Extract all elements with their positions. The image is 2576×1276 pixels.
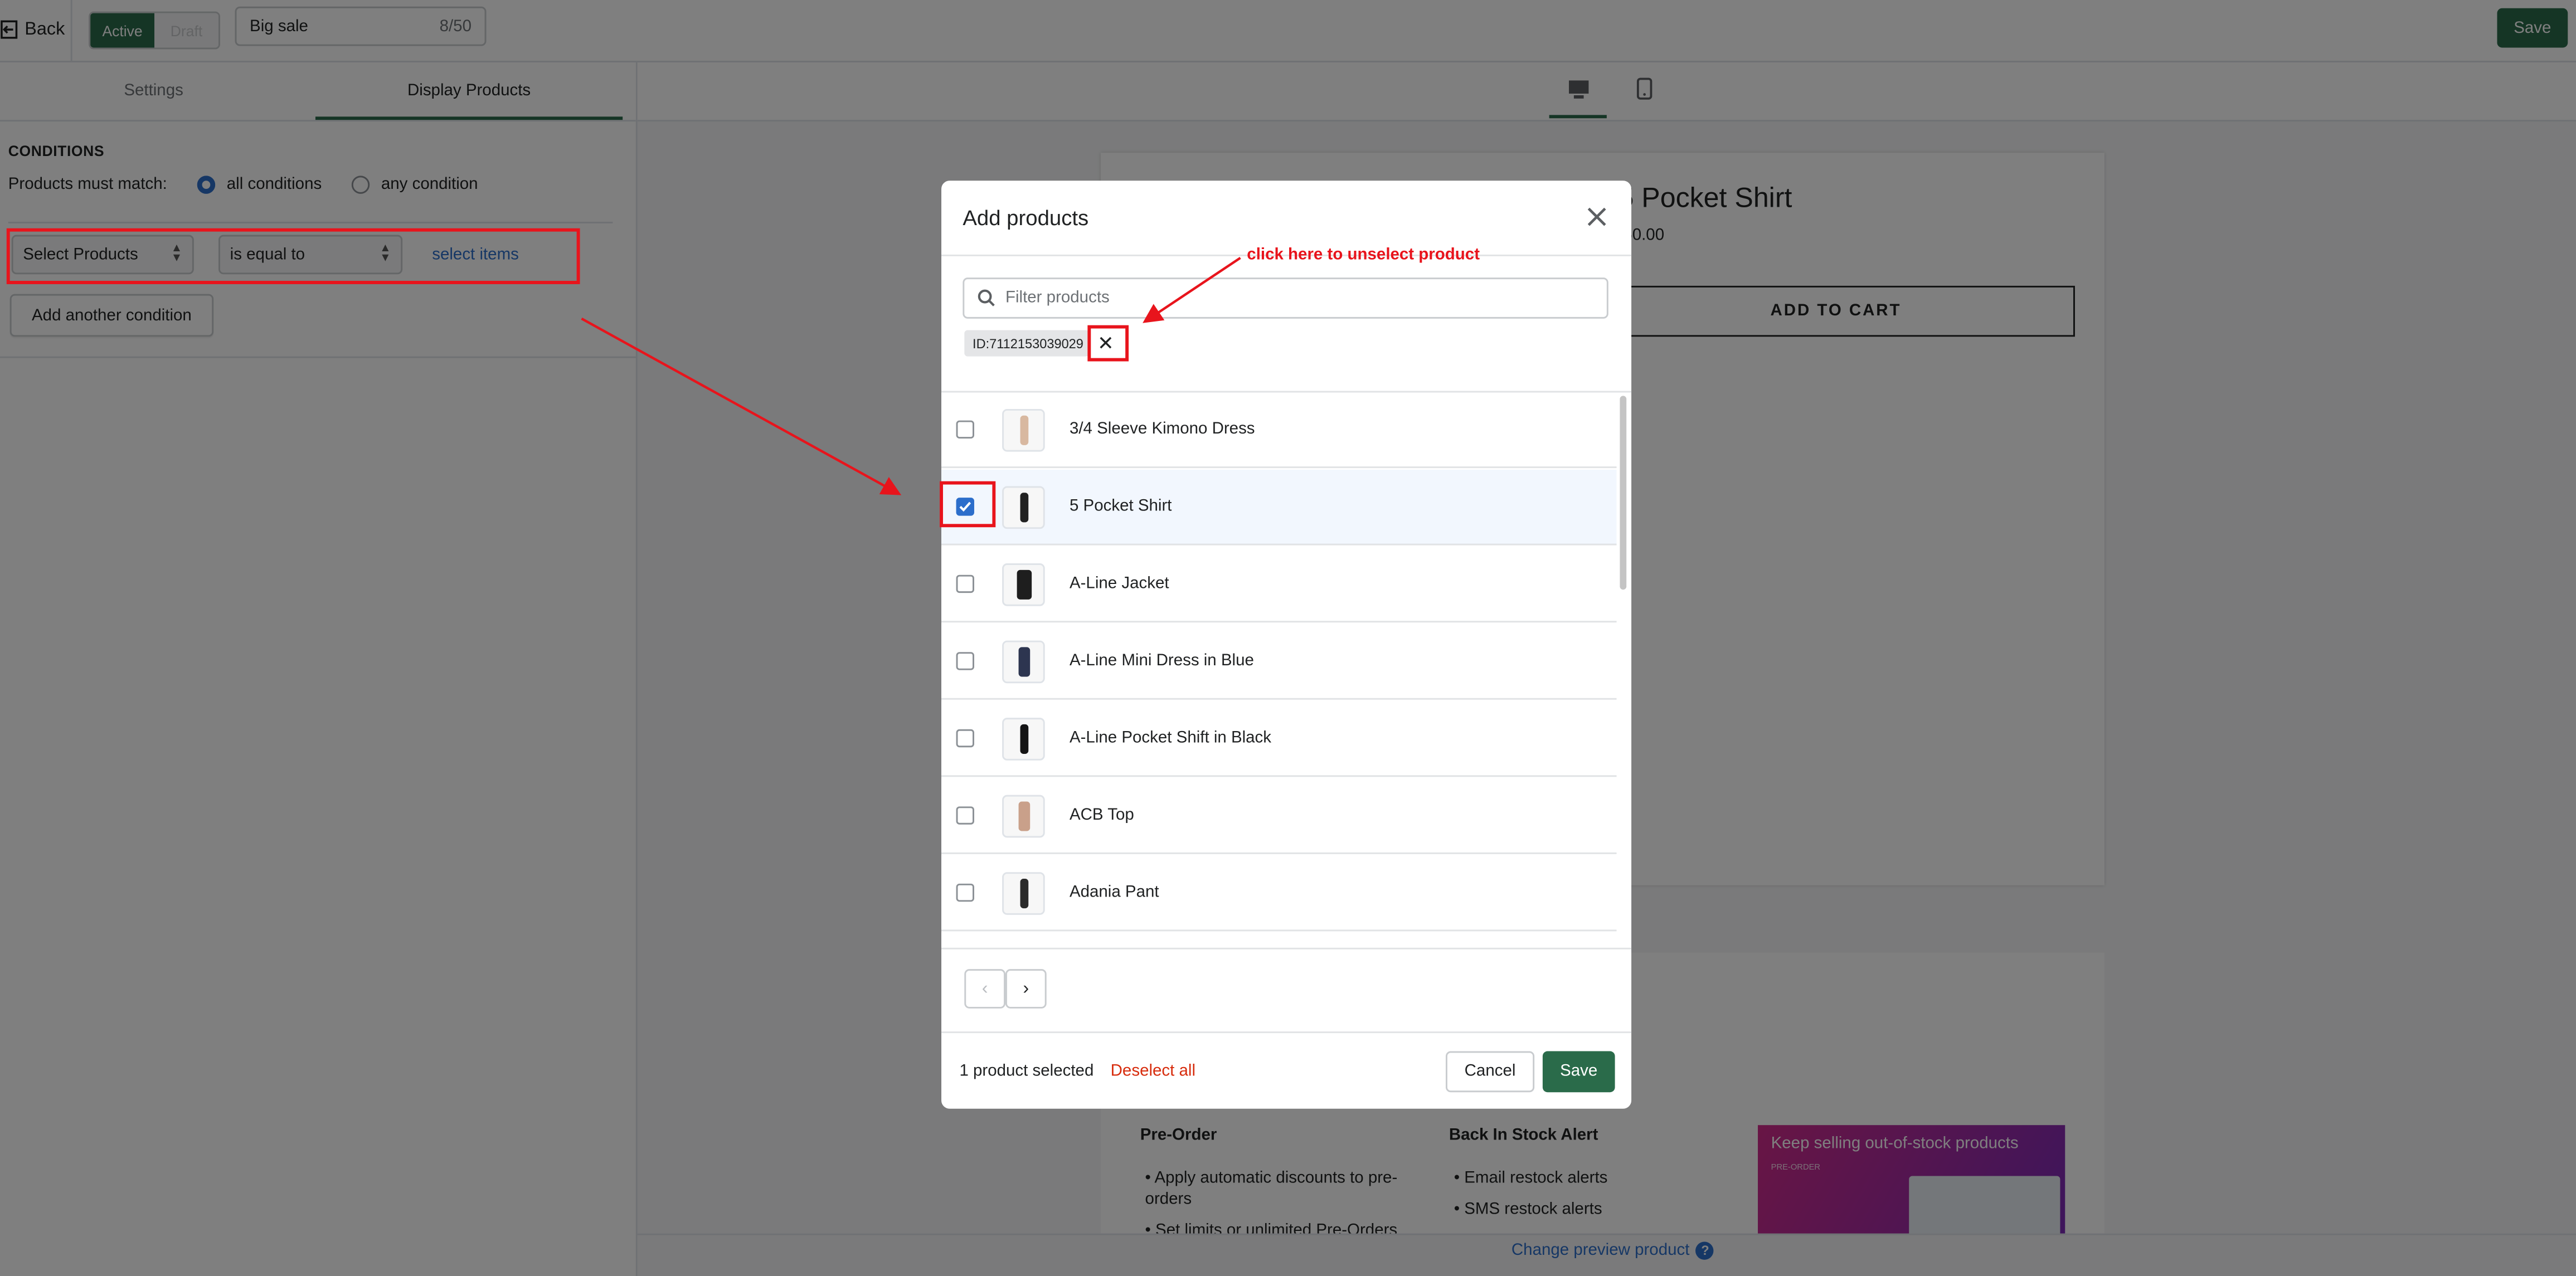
arrow (581, 317, 902, 495)
arrow (1143, 256, 1241, 323)
annotation-arrows (581, 256, 1241, 495)
app-screen: Back Active Draft Big sale 8/50 Save Set… (0, 0, 2576, 1276)
